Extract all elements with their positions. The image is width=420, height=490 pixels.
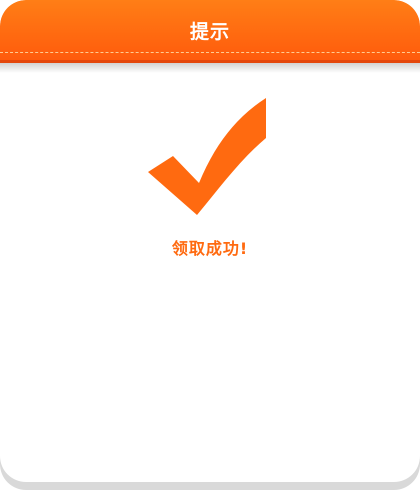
success-message: 领取成功! bbox=[171, 239, 249, 258]
header-shadow bbox=[0, 63, 420, 73]
dialog-header: 提示 bbox=[0, 0, 420, 63]
dialog-title: 提示 bbox=[189, 21, 230, 43]
header-stitch-divider bbox=[0, 52, 420, 53]
success-dialog: 提示 领取成功! bbox=[0, 0, 420, 482]
checkmark-icon bbox=[148, 98, 266, 215]
